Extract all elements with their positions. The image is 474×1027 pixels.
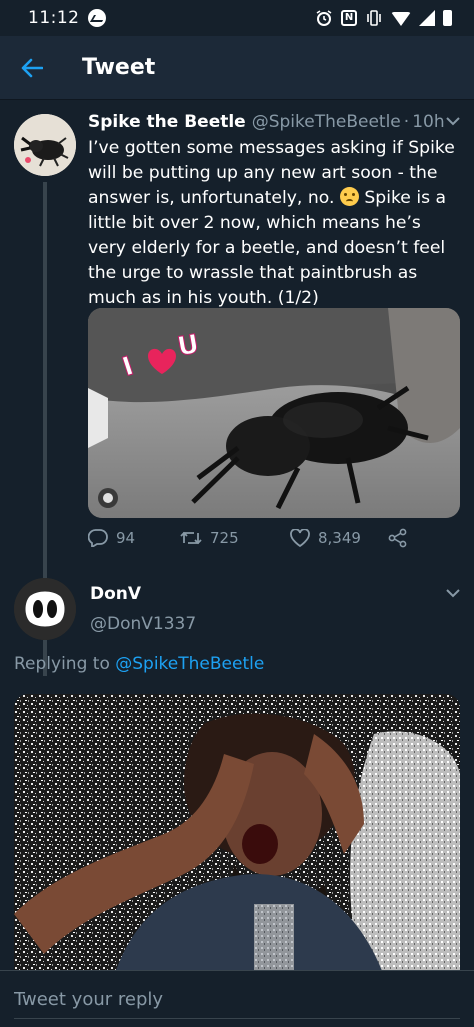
beetle-photo: I U xyxy=(88,308,460,518)
donv-avatar-image xyxy=(14,578,76,640)
reply-icon xyxy=(88,529,108,547)
reply-button[interactable]: 94 xyxy=(88,529,180,547)
wifi-icon xyxy=(391,12,411,26)
tweet-header: Spike the Beetle @SpikeTheBeetle · 10h xyxy=(88,112,460,132)
tweet-media-gif[interactable]: I U xyxy=(88,308,460,518)
beetle-avatar-image xyxy=(14,114,76,176)
tweet-text: I’ve gotten some messages asking if Spik… xyxy=(88,136,462,311)
crying-man-photo xyxy=(14,694,460,976)
tweet-time: 10h xyxy=(412,112,445,132)
avatar[interactable] xyxy=(14,114,76,176)
reply-count: 94 xyxy=(116,529,136,547)
chevron-down-icon[interactable] xyxy=(446,588,460,598)
battery-icon xyxy=(443,10,452,26)
messenger-icon xyxy=(87,9,106,27)
like-count: 8,349 xyxy=(318,529,361,547)
nfc-icon: N xyxy=(341,10,357,26)
chevron-down-icon[interactable] xyxy=(446,116,460,126)
status-time: 11:12 xyxy=(28,8,80,28)
share-icon xyxy=(388,528,407,548)
alarm-icon xyxy=(316,10,332,26)
status-bar: 11:12 N xyxy=(0,0,474,36)
reply-media-image[interactable] xyxy=(14,694,460,976)
back-button[interactable] xyxy=(0,36,64,100)
replying-to-link[interactable]: @SpikeTheBeetle xyxy=(115,654,264,674)
gif-badge-icon xyxy=(98,488,118,508)
like-button[interactable]: 8,349 xyxy=(290,529,388,547)
reply-input[interactable] xyxy=(14,989,460,1019)
retweet-icon xyxy=(180,531,202,545)
signal-icon xyxy=(419,10,435,26)
avatar[interactable] xyxy=(14,578,76,640)
arrow-left-icon xyxy=(21,58,43,77)
author-name[interactable]: Spike the Beetle xyxy=(88,112,246,132)
page-title: Tweet xyxy=(82,55,156,80)
replying-to: Replying to @SpikeTheBeetle xyxy=(14,654,264,674)
app-bar: Tweet xyxy=(0,36,474,100)
reply-author-name[interactable]: DonV xyxy=(90,584,141,604)
replying-prefix: Replying to xyxy=(14,654,110,674)
separator: · xyxy=(403,112,410,132)
vibrate-icon xyxy=(367,10,381,26)
crying-face-emoji xyxy=(339,187,359,206)
tweet-actions: 94 725 8,349 xyxy=(88,528,460,548)
heart-icon xyxy=(290,529,310,547)
reply-composer xyxy=(0,970,474,1027)
status-icons: N xyxy=(315,9,452,27)
reply-author-handle[interactable]: @DonV1337 xyxy=(90,614,196,634)
retweet-count: 725 xyxy=(210,529,239,547)
share-button[interactable] xyxy=(388,528,408,548)
author-handle[interactable]: @SpikeTheBeetle xyxy=(252,112,401,132)
retweet-button[interactable]: 725 xyxy=(180,529,290,547)
